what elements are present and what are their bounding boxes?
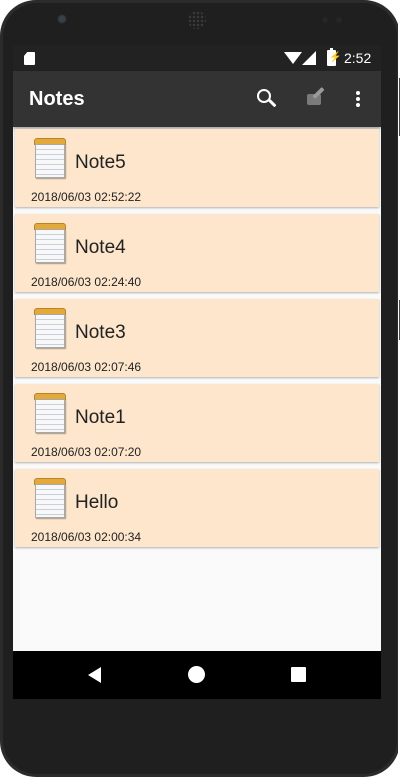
notepad-icon-paper bbox=[35, 314, 65, 348]
note-item[interactable]: Hello 2018/06/03 02:00:34 bbox=[15, 469, 379, 547]
note-title: Hello bbox=[75, 492, 119, 513]
sd-card-icon bbox=[24, 52, 35, 65]
note-date: 2018/06/03 02:07:20 bbox=[31, 445, 142, 459]
search-button[interactable] bbox=[252, 85, 280, 113]
note-item[interactable]: Note3 2018/06/03 02:07:46 bbox=[15, 299, 379, 377]
note-title: Note5 bbox=[75, 152, 126, 173]
notepad-icon-paper bbox=[35, 144, 65, 178]
back-icon[interactable] bbox=[88, 667, 101, 683]
signal-icon bbox=[302, 51, 316, 65]
earpiece-speaker bbox=[188, 11, 206, 29]
overflow-menu-icon-dot bbox=[356, 103, 360, 107]
proximity-sensor bbox=[322, 17, 328, 23]
overflow-menu-button[interactable] bbox=[346, 85, 370, 113]
notepad-icon-paper bbox=[35, 229, 65, 263]
recent-apps-icon[interactable] bbox=[291, 667, 306, 682]
note-item[interactable]: Note4 2018/06/03 02:24:40 bbox=[15, 214, 379, 292]
power-button bbox=[399, 300, 400, 340]
overflow-menu-icon bbox=[356, 91, 360, 95]
app-title: Notes bbox=[29, 88, 85, 110]
charging-bolt-icon: ⚡ bbox=[329, 52, 342, 63]
status-bar: ⚡ 2:52 bbox=[13, 45, 381, 71]
screen: ⚡ 2:52 Notes Note5 2018/06/03 02:52:22 N… bbox=[13, 45, 381, 699]
notepad-icon-paper bbox=[35, 484, 65, 518]
light-sensor bbox=[336, 17, 342, 23]
volume-button bbox=[399, 78, 400, 136]
note-date: 2018/06/03 02:07:46 bbox=[31, 360, 142, 374]
note-item[interactable]: Note5 2018/06/03 02:52:22 bbox=[15, 129, 379, 207]
note-title: Note3 bbox=[75, 322, 126, 343]
phone-frame: ⚡ 2:52 Notes Note5 2018/06/03 02:52:22 N… bbox=[0, 0, 400, 777]
search-icon-handle bbox=[268, 98, 277, 108]
note-title: Note4 bbox=[75, 237, 126, 258]
status-time: 2:52 bbox=[344, 50, 372, 66]
app-bar: Notes bbox=[13, 71, 381, 127]
note-date: 2018/06/03 02:52:22 bbox=[31, 190, 142, 204]
new-note-button[interactable] bbox=[302, 85, 330, 113]
note-date: 2018/06/03 02:24:40 bbox=[31, 275, 142, 289]
notepad-icon bbox=[33, 308, 67, 348]
note-item[interactable]: Note1 2018/06/03 02:07:20 bbox=[15, 384, 379, 462]
home-icon[interactable] bbox=[188, 666, 205, 683]
overflow-menu-icon-dot bbox=[356, 97, 360, 101]
wifi-icon bbox=[284, 52, 302, 64]
note-title: Note1 bbox=[75, 407, 126, 428]
front-camera bbox=[57, 14, 67, 24]
notepad-icon bbox=[33, 478, 67, 518]
notepad-icon bbox=[33, 393, 67, 433]
notepad-icon bbox=[33, 223, 67, 263]
notepad-icon bbox=[33, 138, 67, 178]
notepad-icon-paper bbox=[35, 399, 65, 433]
note-date: 2018/06/03 02:00:34 bbox=[31, 530, 142, 544]
navigation-bar bbox=[13, 651, 381, 699]
